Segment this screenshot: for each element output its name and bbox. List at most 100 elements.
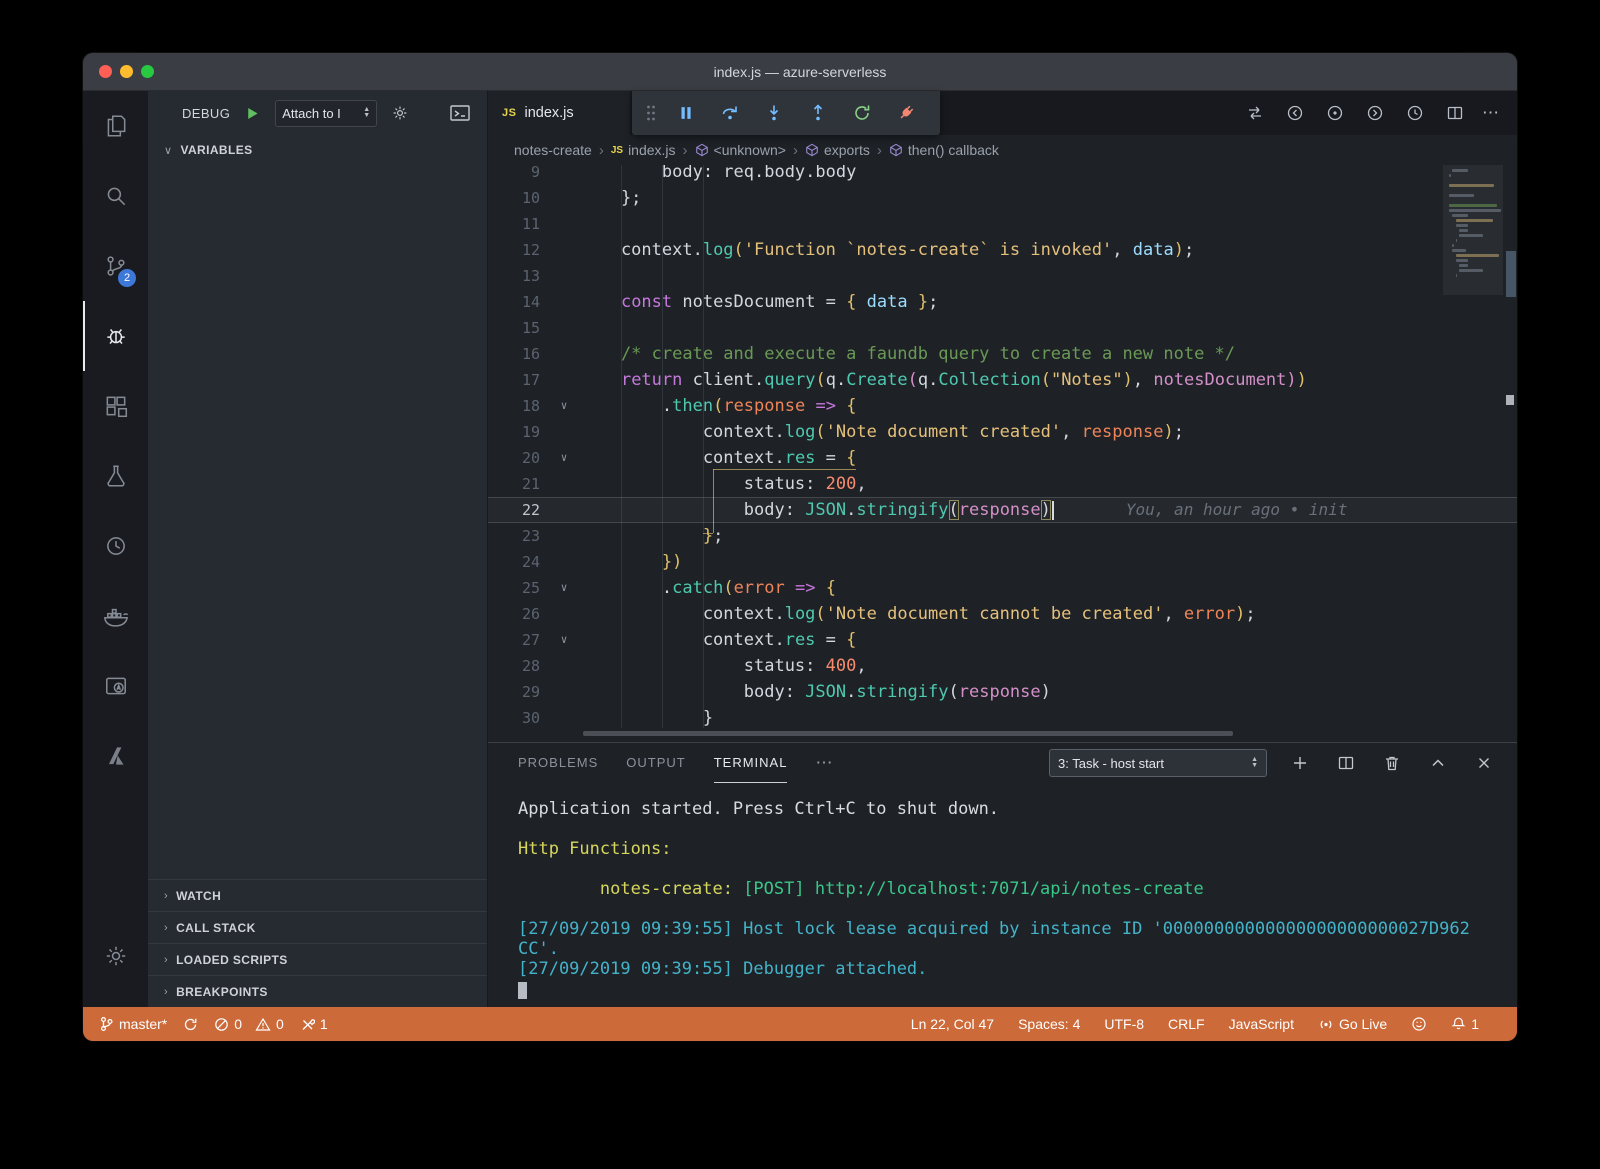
breadcrumb-item[interactable]: exports	[805, 142, 870, 158]
activity-azure[interactable]	[83, 721, 148, 791]
feedback-smiley-button[interactable]	[1411, 1016, 1427, 1032]
step-out-icon[interactable]	[796, 91, 840, 135]
pause-icon[interactable]	[664, 91, 708, 135]
split-terminal-icon[interactable]	[1333, 750, 1359, 776]
more-actions-icon[interactable]: ⋯	[1482, 103, 1499, 123]
scrollbar-thumb[interactable]	[1506, 251, 1516, 297]
variables-section-header[interactable]: ∨ VARIABLES	[148, 135, 487, 165]
fold-chevron-icon[interactable]: ∨	[548, 445, 580, 471]
code-line[interactable]: 12 context.log('Function `notes-create` …	[488, 237, 1517, 263]
activity-extensions[interactable]	[83, 371, 148, 441]
activity-source-control[interactable]: 2	[83, 231, 148, 301]
code-line[interactable]: 16 /* create and execute a faundb query …	[488, 341, 1517, 367]
sync-changes-button[interactable]	[183, 1017, 198, 1032]
tab-index-js[interactable]: JS index.js	[488, 91, 630, 135]
maximize-panel-icon[interactable]	[1425, 750, 1451, 776]
code-line[interactable]: 10 };	[488, 185, 1517, 211]
code-line[interactable]: 23 };	[488, 523, 1517, 549]
breadcrumb-item[interactable]: <unknown>	[695, 142, 786, 158]
close-panel-icon[interactable]	[1471, 750, 1497, 776]
cursor-position[interactable]: Ln 22, Col 47	[911, 1016, 994, 1032]
step-into-icon[interactable]	[752, 91, 796, 135]
code-line[interactable]: 29 body: JSON.stringify(response)	[488, 679, 1517, 705]
code-line[interactable]: 18∨ .then(response => {	[488, 393, 1517, 419]
code-line[interactable]: 11	[488, 211, 1517, 237]
breadcrumb-item[interactable]: notes-create	[514, 142, 592, 158]
activity-explorer[interactable]	[83, 91, 148, 161]
toolbar-drag-handle[interactable]	[638, 91, 664, 135]
code-line[interactable]: 15	[488, 315, 1517, 341]
kill-terminal-trash-icon[interactable]	[1379, 750, 1405, 776]
open-changes-icon[interactable]	[1242, 100, 1268, 126]
panel-more-icon[interactable]: ⋯	[815, 753, 832, 773]
close-window-button[interactable]	[99, 65, 112, 78]
panel-tab-problems[interactable]: PROBLEMS	[518, 743, 598, 783]
code-line[interactable]: 20∨ context.res = {	[488, 445, 1517, 471]
sidebar-section-loaded-scripts[interactable]: ›LOADED SCRIPTS	[148, 943, 487, 975]
activity-debug[interactable]	[83, 301, 148, 371]
debug-settings-gear-icon[interactable]	[391, 104, 409, 122]
fold-chevron-icon[interactable]: ∨	[548, 627, 580, 653]
terminal-selector-dropdown[interactable]: 3: Task - host start ▲▼	[1049, 749, 1267, 777]
code-line[interactable]: 19 context.log('Note document created', …	[488, 419, 1517, 445]
language-mode[interactable]: JavaScript	[1229, 1016, 1294, 1032]
start-debug-button[interactable]	[244, 105, 261, 122]
new-terminal-icon[interactable]	[1287, 750, 1313, 776]
code-line[interactable]: 26 context.log('Note document cannot be …	[488, 601, 1517, 627]
code-line[interactable]: 27∨ context.res = {	[488, 627, 1517, 653]
code-line[interactable]: 13	[488, 263, 1517, 289]
next-change-icon[interactable]	[1362, 100, 1388, 126]
panel-tab-terminal[interactable]: TERMINAL	[714, 743, 788, 783]
debug-console-icon[interactable]	[449, 103, 471, 123]
restart-icon[interactable]	[840, 91, 884, 135]
zoom-window-button[interactable]	[141, 65, 154, 78]
disconnect-icon[interactable]	[884, 91, 928, 135]
code-line[interactable]: 28 status: 400,	[488, 653, 1517, 679]
code-line[interactable]: 30 }	[488, 705, 1517, 731]
activity-preview[interactable]	[83, 651, 148, 721]
activity-history[interactable]	[83, 511, 148, 581]
sidebar-section-watch[interactable]: ›WATCH	[148, 879, 487, 911]
breadcrumb-item[interactable]: then() callback	[889, 142, 999, 158]
code-line[interactable]: 24 })	[488, 549, 1517, 575]
editor-tabs-row: JS index.js	[488, 91, 1517, 135]
timeline-icon[interactable]	[1402, 100, 1428, 126]
minimap[interactable]	[1443, 165, 1503, 742]
minimize-window-button[interactable]	[120, 65, 133, 78]
activity-test[interactable]	[83, 441, 148, 511]
vertical-scrollbar[interactable]	[1505, 165, 1517, 742]
dropdown-arrows-icon: ▲▼	[1251, 757, 1258, 769]
code-line[interactable]: 14 const notesDocument = { data };	[488, 289, 1517, 315]
indentation-setting[interactable]: Spaces: 4	[1018, 1016, 1080, 1032]
previous-change-icon[interactable]	[1282, 100, 1308, 126]
code-lines: 9 body: req.body.body10 };1112 context.l…	[488, 165, 1517, 731]
split-editor-icon[interactable]	[1442, 100, 1468, 126]
breadcrumb-item[interactable]: JSindex.js	[611, 142, 676, 158]
panel-tab-output[interactable]: OUTPUT	[626, 743, 685, 783]
tools-indicator[interactable]: 1	[300, 1016, 328, 1032]
code-line[interactable]: 21 status: 200,	[488, 471, 1517, 497]
activity-docker[interactable]	[83, 581, 148, 651]
git-branch-indicator[interactable]: master*	[99, 1016, 167, 1032]
code-line[interactable]: 9 body: req.body.body	[488, 165, 1517, 185]
code-line[interactable]: 17 return client.query(q.Create(q.Collec…	[488, 367, 1517, 393]
code-line[interactable]: 22 body: JSON.stringify(response)You, an…	[488, 497, 1517, 523]
fold-chevron-icon[interactable]: ∨	[548, 575, 580, 601]
activity-settings[interactable]	[83, 921, 148, 991]
eol-setting[interactable]: CRLF	[1168, 1016, 1205, 1032]
problems-indicator[interactable]: 0 0	[214, 1016, 284, 1032]
notifications-bell[interactable]: 1	[1451, 1016, 1479, 1032]
step-over-icon[interactable]	[708, 91, 752, 135]
gitlens-compare-icon[interactable]	[1322, 100, 1348, 126]
terminal-output[interactable]: Application started. Press Ctrl+C to shu…	[488, 783, 1517, 1007]
activity-search[interactable]	[83, 161, 148, 231]
debug-configuration-dropdown[interactable]: Attach to I ▲▼	[275, 100, 377, 127]
code-editor[interactable]: 9 body: req.body.body10 };1112 context.l…	[488, 165, 1517, 742]
sidebar-section-call-stack[interactable]: ›CALL STACK	[148, 911, 487, 943]
fold-chevron-icon[interactable]: ∨	[548, 393, 580, 419]
go-live-button[interactable]: Go Live	[1318, 1016, 1387, 1032]
encoding-setting[interactable]: UTF-8	[1104, 1016, 1144, 1032]
code-line[interactable]: 25∨ .catch(error => {	[488, 575, 1517, 601]
sidebar-section-breakpoints[interactable]: ›BREAKPOINTS	[148, 975, 487, 1007]
horizontal-scrollbar[interactable]	[583, 731, 1233, 736]
